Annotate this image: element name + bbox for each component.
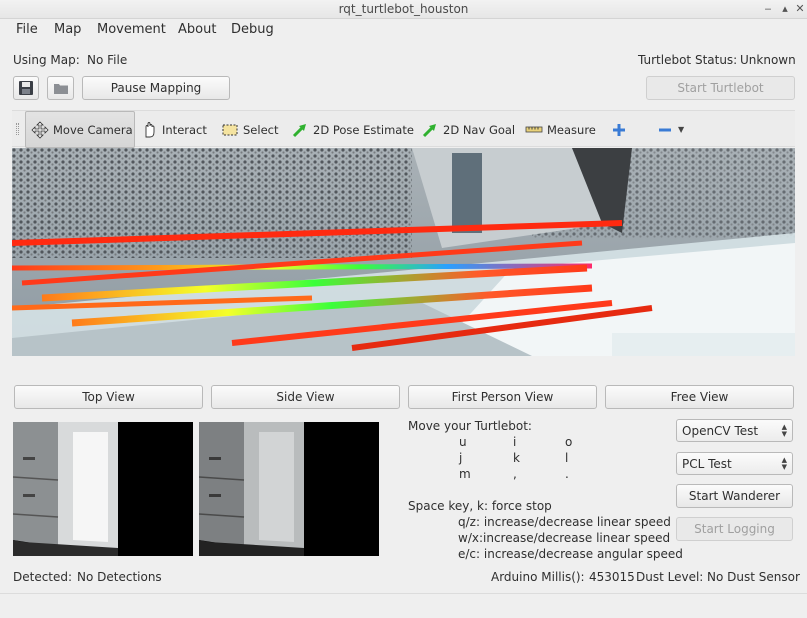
status-divider <box>0 593 807 594</box>
menu-map[interactable]: Map <box>54 22 81 37</box>
arduino-millis-label: Arduino Millis(): <box>491 570 585 584</box>
pcl-test-value: PCL Test <box>682 456 732 471</box>
dust-level-label: Dust Level: <box>636 570 704 584</box>
save-icon <box>19 81 33 95</box>
close-icon[interactable]: ✕ <box>794 3 806 15</box>
teleop-space-text: Space key, k: force stop <box>408 499 552 513</box>
opencv-test-select[interactable]: OpenCV Test ▲ ▼ <box>676 419 793 442</box>
menu-bar: File Map Movement About Debug <box>0 19 807 41</box>
open-button[interactable] <box>47 76 74 100</box>
teleop-qz-text: q/z: increase/decrease linear speed <box>458 515 671 529</box>
add-tool-button[interactable] <box>612 111 626 148</box>
minus-icon <box>659 128 671 131</box>
tool-2d-nav-goal[interactable]: 2D Nav Goal <box>421 111 515 148</box>
move-camera-icon <box>31 120 49 139</box>
menu-file[interactable]: File <box>16 22 38 37</box>
key-period: . <box>565 467 569 481</box>
menu-movement[interactable]: Movement <box>97 22 166 37</box>
updown-arrows-icon: ▲ ▼ <box>781 423 787 438</box>
tool-label: Select <box>243 122 279 137</box>
title-bar: rqt_turtlebot_houston ‒ ▴ ✕ <box>0 0 807 19</box>
tool-measure[interactable]: Measure <box>525 111 596 148</box>
updown-arrows-icon: ▲ ▼ <box>781 456 787 471</box>
remove-tool-button[interactable]: ▼ <box>658 111 684 148</box>
detected-value: No Detections <box>77 570 162 584</box>
tool-label: 2D Nav Goal <box>443 122 516 137</box>
key-l: l <box>565 451 569 465</box>
pause-mapping-button[interactable]: Pause Mapping <box>82 76 230 100</box>
tool-move-camera[interactable]: Move Camera <box>25 111 135 148</box>
key-k: k <box>513 451 520 465</box>
using-map-label: Using Map: <box>13 53 80 67</box>
window-title: rqt_turtlebot_houston <box>338 2 469 16</box>
tool-label: Measure <box>547 122 596 137</box>
start-logging-button[interactable]: Start Logging <box>676 517 793 541</box>
depth-camera-view <box>199 422 379 556</box>
teleop-heading: Move your Turtlebot: <box>408 419 532 433</box>
hand-icon <box>145 121 155 137</box>
side-view-button[interactable]: Side View <box>211 385 400 409</box>
maximize-icon[interactable]: ▴ <box>779 3 791 15</box>
key-comma: , <box>513 467 517 481</box>
point-cloud-render <box>12 148 795 356</box>
ruler-icon <box>525 126 543 132</box>
folder-icon <box>53 84 68 94</box>
teleop-wx-text: w/x:increase/decrease linear speed <box>458 531 671 545</box>
free-view-button[interactable]: Free View <box>605 385 794 409</box>
green-arrow-icon <box>292 123 306 137</box>
green-arrow-icon <box>422 123 436 137</box>
minimize-icon[interactable]: ‒ <box>762 3 774 15</box>
toolbar-grip[interactable] <box>16 123 19 135</box>
opencv-test-value: OpenCV Test <box>682 423 759 438</box>
save-button[interactable] <box>13 76 39 100</box>
tool-label: 2D Pose Estimate <box>313 122 414 137</box>
menu-debug[interactable]: Debug <box>231 22 274 37</box>
start-wanderer-button[interactable]: Start Wanderer <box>676 484 793 508</box>
tool-2d-pose-estimate[interactable]: 2D Pose Estimate <box>291 111 414 148</box>
top-view-button[interactable]: Top View <box>14 385 203 409</box>
key-u: u <box>459 435 467 449</box>
rgb-camera-view <box>13 422 193 556</box>
select-box-icon <box>222 124 238 135</box>
key-o: o <box>565 435 573 449</box>
chevron-down-icon[interactable]: ▼ <box>678 125 684 134</box>
key-j: j <box>459 451 463 465</box>
pcl-test-select[interactable]: PCL Test ▲ ▼ <box>676 452 793 475</box>
using-map-value: No File <box>87 53 128 67</box>
first-person-view-button[interactable]: First Person View <box>408 385 597 409</box>
tool-interact[interactable]: Interact <box>140 111 207 148</box>
arduino-millis-value: 453015 <box>589 570 635 584</box>
start-turtlebot-button[interactable]: Start Turtlebot <box>646 76 795 100</box>
rviz-3d-view[interactable] <box>12 148 795 356</box>
turtlebot-status-value: Unknown <box>740 53 796 67</box>
tool-label: Move Camera <box>53 122 133 137</box>
turtlebot-status-label: Turtlebot Status: <box>638 53 738 67</box>
key-m: m <box>459 467 471 481</box>
dust-level-value: No Dust Sensor <box>707 570 800 584</box>
key-i: i <box>513 435 517 449</box>
rviz-toolbar: Move Camera Interact Select 2D Pose Esti… <box>12 110 795 148</box>
teleop-ec-text: e/c: increase/decrease angular speed <box>458 547 683 561</box>
tool-label: Interact <box>162 122 207 137</box>
plus-icon <box>613 123 625 136</box>
tool-select[interactable]: Select <box>221 111 278 148</box>
menu-about[interactable]: About <box>178 22 216 37</box>
detected-label: Detected: <box>13 570 73 584</box>
